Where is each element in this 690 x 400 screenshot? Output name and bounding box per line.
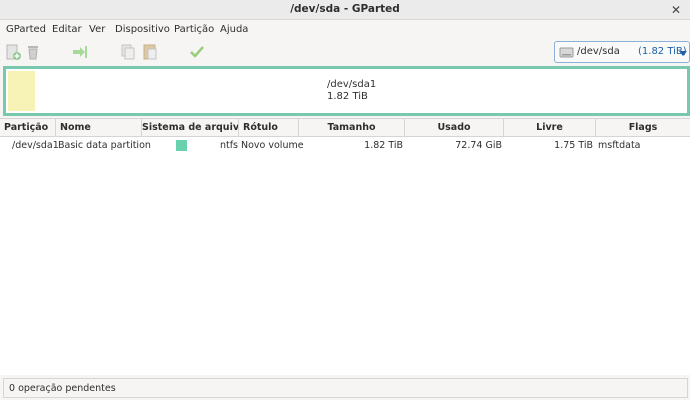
menu-dispositivo[interactable]: Dispositivo [115, 24, 170, 35]
menu-bar: GParted Editar Ver Dispositivo Partição … [0, 20, 690, 40]
menu-editar[interactable]: Editar [52, 24, 82, 35]
disk-map[interactable]: /dev/sda1 1.82 TiB [3, 66, 690, 116]
menu-gparted[interactable]: GParted [6, 24, 46, 35]
device-selector[interactable]: /dev/sda (1.82 TiB) [554, 41, 690, 63]
window-title: /dev/sda - GParted [290, 3, 400, 15]
close-icon[interactable]: ✕ [668, 2, 684, 18]
new-partition-icon[interactable] [3, 42, 23, 62]
pending-operations-text: 0 operação pendentes [9, 383, 116, 394]
col-nome[interactable]: Nome [56, 119, 142, 137]
cell-particao: /dev/sda1 [12, 140, 59, 151]
cell-rotulo: Novo volume [241, 140, 304, 151]
resize-move-icon[interactable] [70, 42, 90, 62]
status-bar: 0 operação pendentes [3, 378, 688, 398]
used-space-bar [8, 71, 35, 111]
table-row[interactable]: /dev/sda1 Basic data partition ntfs Novo… [0, 137, 690, 155]
partition-table: Partição Nome Sistema de arquivos Rótulo… [0, 118, 690, 375]
menu-ver[interactable]: Ver [89, 24, 105, 35]
apply-icon[interactable] [187, 42, 207, 62]
diskmap-partition-label: /dev/sda1 [327, 79, 377, 90]
col-particao[interactable]: Partição [0, 119, 56, 137]
menu-particao[interactable]: Partição [174, 24, 214, 35]
hard-disk-icon [559, 47, 574, 58]
chevron-down-icon [679, 51, 687, 56]
paste-icon[interactable] [140, 42, 160, 62]
cell-nome: Basic data partition [58, 140, 151, 151]
filesystem-color-swatch [176, 140, 187, 151]
cell-usado: 72.74 GiB [455, 140, 502, 151]
col-flags[interactable]: Flags [596, 119, 690, 137]
delete-icon[interactable] [23, 42, 43, 62]
col-tamanho[interactable]: Tamanho [299, 119, 405, 137]
col-livre[interactable]: Livre [504, 119, 596, 137]
cell-sistema-arquivos: ntfs [219, 140, 238, 151]
cell-livre: 1.75 TiB [554, 140, 593, 151]
diskmap-size-label: 1.82 TiB [327, 91, 368, 102]
title-bar: /dev/sda - GParted ✕ [0, 0, 690, 20]
table-header: Partição Nome Sistema de arquivos Rótulo… [0, 119, 690, 137]
col-usado[interactable]: Usado [405, 119, 504, 137]
menu-ajuda[interactable]: Ajuda [220, 24, 248, 35]
device-name: /dev/sda [577, 46, 620, 57]
col-rotulo[interactable]: Rótulo [239, 119, 299, 137]
cell-flags: msftdata [598, 140, 641, 151]
col-sistema-arquivos[interactable]: Sistema de arquivos [142, 119, 239, 137]
cell-tamanho: 1.82 TiB [364, 140, 403, 151]
copy-icon[interactable] [118, 42, 138, 62]
